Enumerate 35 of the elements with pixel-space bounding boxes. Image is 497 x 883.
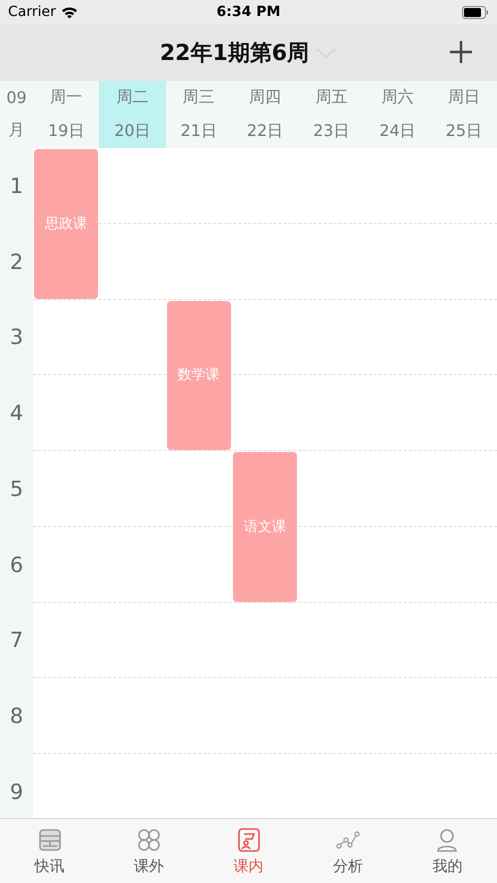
- week-title[interactable]: 22年1期第6周: [160, 38, 310, 68]
- period-number: 2: [10, 250, 24, 274]
- period-number: 8: [10, 704, 24, 728]
- period-number: 9: [10, 780, 24, 804]
- clock-time: 6:34 PM: [216, 4, 280, 20]
- weekday-label: 周六: [382, 87, 414, 108]
- date-label: 24日: [379, 120, 416, 142]
- date-label: 21日: [180, 120, 217, 142]
- battery-icon: [462, 6, 489, 18]
- month-number: 09: [6, 88, 27, 107]
- date-label: 22日: [246, 120, 284, 142]
- weekday-label: 周日: [448, 87, 480, 108]
- date-label: 23日: [313, 120, 350, 142]
- date-label: 25日: [446, 120, 482, 142]
- date-label: 20日: [114, 120, 151, 142]
- period-number: 4: [10, 401, 24, 426]
- wifi-icon: [60, 6, 78, 18]
- period-number: 5: [10, 476, 24, 501]
- tab-item[interactable]: 分析: [298, 819, 398, 883]
- weekday-label: 周二: [116, 87, 148, 108]
- period-number: 1: [10, 174, 24, 198]
- weekday-label: 周一: [50, 87, 82, 108]
- weekday-label: 周四: [248, 87, 281, 108]
- add-button[interactable]: [447, 38, 475, 66]
- period-number: 6: [10, 552, 24, 577]
- weekday-label: 周五: [315, 87, 348, 108]
- month-unit: 月: [8, 120, 24, 142]
- carrier-name: Carrier: [8, 4, 56, 20]
- period-number: 7: [10, 628, 24, 652]
- tab-item[interactable]: 我的: [398, 819, 497, 883]
- period-number: 3: [10, 325, 24, 350]
- tab-item[interactable]: 快讯: [0, 819, 100, 883]
- date-label: 19日: [48, 120, 84, 142]
- tab-item[interactable]: 课外: [99, 819, 199, 883]
- weekday-label: 周三: [182, 87, 215, 108]
